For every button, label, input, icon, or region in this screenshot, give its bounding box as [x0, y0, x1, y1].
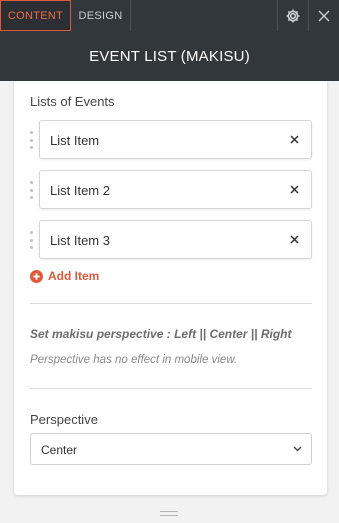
remove-item-button[interactable]: [286, 181, 302, 197]
top-tab-bar: CONTENT DESIGN: [0, 0, 339, 31]
list-section-label: Lists of Events: [30, 94, 115, 109]
list-item-field[interactable]: List Item 3: [39, 220, 312, 259]
close-icon: [289, 184, 299, 194]
perspective-info-heading: Set makisu perspective : Left || Center …: [30, 327, 292, 341]
close-button[interactable]: [308, 0, 339, 31]
drag-handle[interactable]: [28, 231, 34, 249]
drag-handle[interactable]: [28, 181, 34, 199]
page-title: EVENT LIST (MAKISU): [89, 47, 250, 65]
resize-grip[interactable]: [160, 511, 178, 516]
divider: [30, 303, 312, 304]
tab-content[interactable]: CONTENT: [0, 0, 71, 31]
close-icon: [289, 134, 299, 144]
list-item: List Item 3: [28, 220, 312, 259]
list-item-field[interactable]: List Item: [39, 120, 312, 159]
list-item-label: List Item: [50, 133, 100, 148]
tab-design[interactable]: DESIGN: [71, 0, 131, 31]
add-item-label: Add Item: [48, 269, 100, 283]
close-icon: [289, 234, 299, 244]
tab-bar-spacer: [131, 0, 277, 31]
list-item-field[interactable]: List Item 2: [39, 170, 312, 209]
panel-header: EVENT LIST (MAKISU): [0, 31, 339, 81]
perspective-label: Perspective: [30, 412, 98, 427]
divider: [30, 388, 312, 389]
chevron-down-icon: [293, 446, 302, 452]
remove-item-button[interactable]: [286, 131, 302, 147]
add-item-button[interactable]: Add Item: [30, 269, 99, 283]
perspective-select-value: Center: [41, 443, 78, 457]
list-item: List Item 2: [28, 170, 312, 209]
settings-button[interactable]: [277, 0, 308, 31]
list-item-label: List Item 2: [50, 183, 110, 198]
close-icon: [318, 10, 330, 21]
remove-item-button[interactable]: [286, 231, 302, 247]
perspective-info-note: Perspective has no effect in mobile view…: [30, 354, 238, 366]
settings-panel: Lists of Events List Item List Item 2 Li…: [14, 81, 327, 495]
plus-circle-icon: [30, 269, 43, 283]
perspective-select[interactable]: Center: [30, 433, 312, 465]
list-item: List Item: [28, 120, 312, 159]
gear-icon: [286, 9, 300, 22]
list-item-label: List Item 3: [50, 233, 110, 248]
drag-handle[interactable]: [28, 131, 34, 149]
